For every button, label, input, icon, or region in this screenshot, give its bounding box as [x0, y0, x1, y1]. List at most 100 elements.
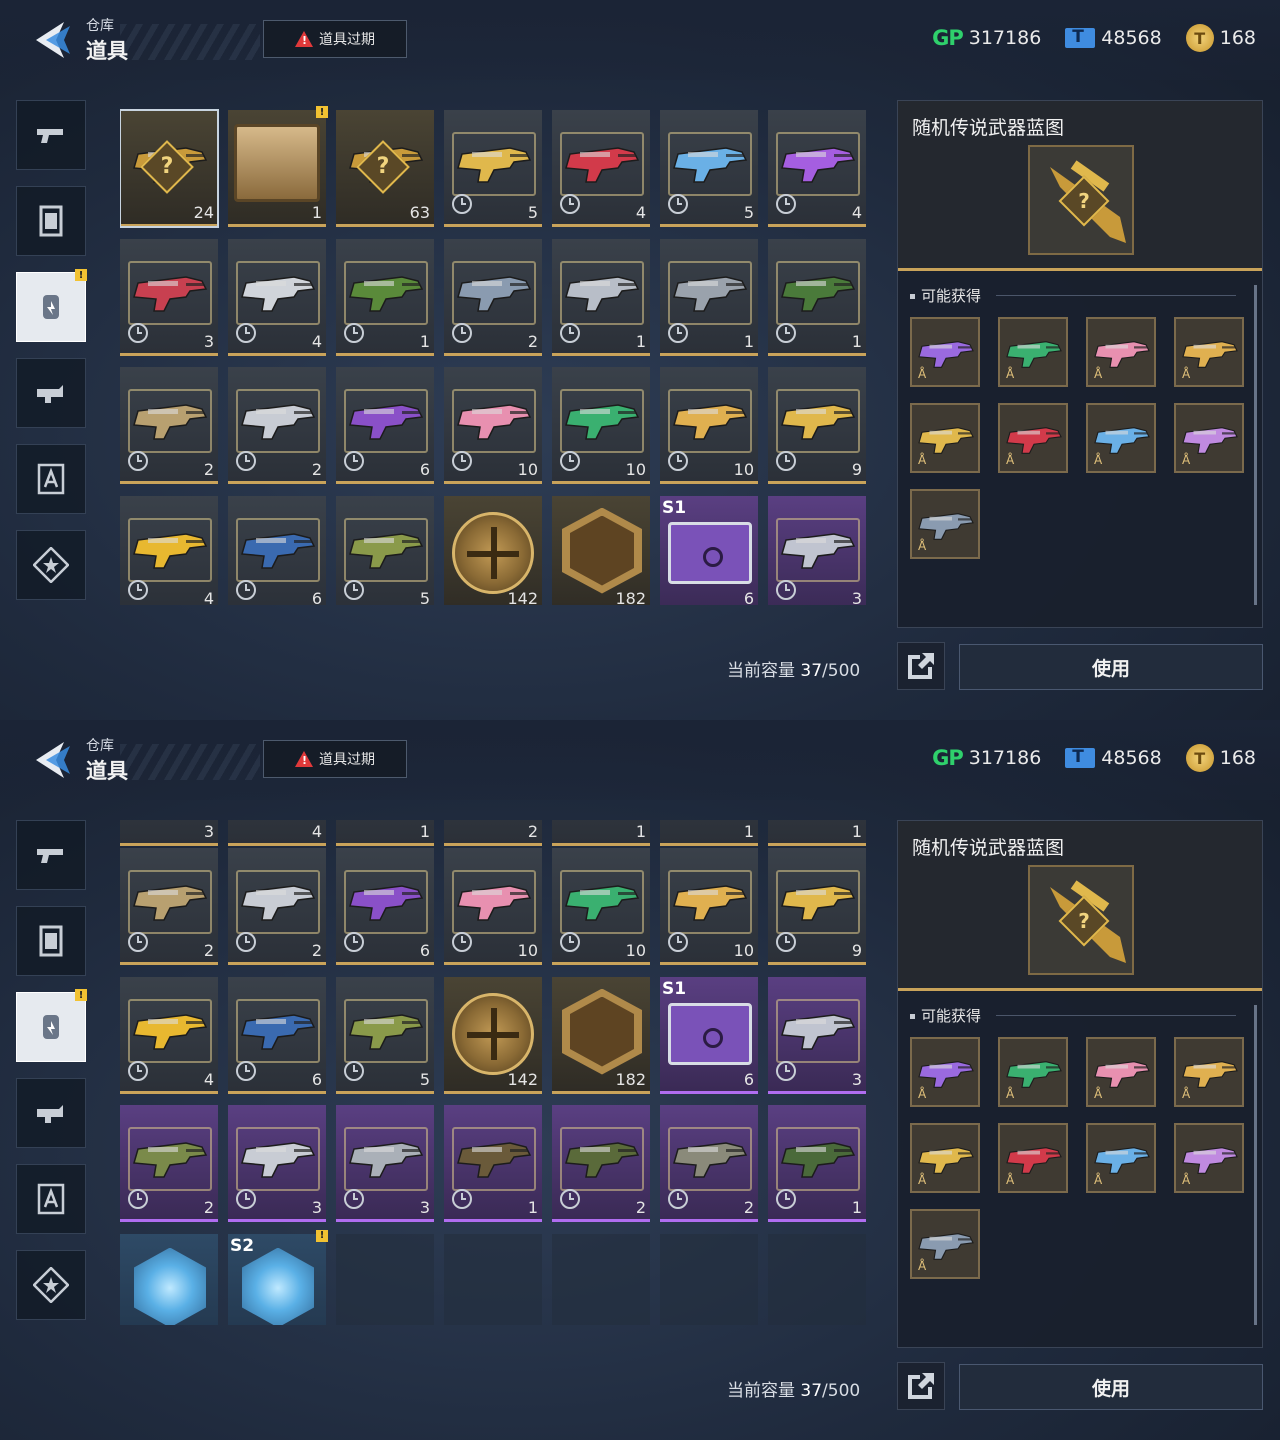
- inventory-cell[interactable]: 3: [768, 495, 866, 605]
- inventory-cell-partial[interactable]: 1: [336, 820, 434, 846]
- inventory-cell[interactable]: 1: [660, 238, 758, 356]
- reward-item[interactable]: Å: [1086, 1123, 1156, 1193]
- inventory-cell[interactable]: 9: [768, 367, 866, 484]
- inventory-cell[interactable]: 1: [552, 238, 650, 356]
- inventory-cell[interactable]: 2: [228, 848, 326, 965]
- reward-item[interactable]: Å: [910, 1037, 980, 1107]
- reward-item[interactable]: Å: [998, 403, 1068, 473]
- inventory-cell[interactable]: 10: [444, 367, 542, 484]
- nav-item-blueprint[interactable]: [16, 444, 86, 514]
- item-expired-button[interactable]: 道具过期: [263, 20, 407, 58]
- inventory-cell[interactable]: 3: [336, 1105, 434, 1222]
- reward-item[interactable]: Å: [1174, 1123, 1244, 1193]
- nav-item-pistol[interactable]: [16, 820, 86, 890]
- nav-item-weapon-parts[interactable]: [16, 358, 86, 428]
- inventory-cell[interactable]: 182: [552, 495, 650, 605]
- back-button[interactable]: [30, 740, 72, 780]
- inventory-cell[interactable]: 5: [660, 110, 758, 227]
- inventory-cell[interactable]: S2!4: [228, 1229, 328, 1325]
- inventory-cell[interactable]: 10: [660, 367, 758, 484]
- inventory-cell[interactable]: 2: [660, 1105, 758, 1222]
- nav-item-weapon-parts[interactable]: [16, 1078, 86, 1148]
- nav-item-star-badge[interactable]: [16, 1250, 86, 1320]
- inventory-cell-partial[interactable]: 2: [444, 820, 542, 846]
- inventory-cell[interactable]: 10: [660, 848, 758, 965]
- reward-item[interactable]: Å: [998, 1123, 1068, 1193]
- inventory-cell[interactable]: 2: [444, 238, 542, 356]
- reward-item[interactable]: Å: [910, 403, 980, 473]
- share-button[interactable]: [897, 642, 945, 690]
- inventory-cell[interactable]: 5: [336, 976, 434, 1094]
- inventory-cell[interactable]: 2: [120, 367, 218, 484]
- inventory-cell[interactable]: ? 63: [336, 110, 434, 227]
- inventory-cell-partial[interactable]: 1: [768, 820, 866, 846]
- inventory-cell[interactable]: 4: [552, 110, 650, 227]
- inventory-cell[interactable]: 182: [552, 976, 650, 1094]
- inventory-cell[interactable]: 4: [228, 238, 326, 356]
- inventory-cell[interactable]: 6: [228, 976, 326, 1094]
- nav-item-consumable[interactable]: !: [16, 989, 87, 1062]
- reward-item[interactable]: Å: [1086, 403, 1156, 473]
- reward-item[interactable]: Å: [910, 1209, 980, 1279]
- inventory-cell[interactable]: S1 6: [660, 976, 758, 1094]
- inventory-cell[interactable]: 10: [444, 848, 542, 965]
- nav-item-star-badge[interactable]: [16, 530, 86, 600]
- inventory-cell[interactable]: 5: [336, 495, 434, 605]
- inventory-cell[interactable]: 6: [336, 367, 434, 484]
- reward-item[interactable]: Å: [1174, 1037, 1244, 1107]
- reward-item[interactable]: Å: [1174, 403, 1244, 473]
- back-button[interactable]: [30, 20, 72, 60]
- reward-item[interactable]: Å: [910, 1123, 980, 1193]
- use-button[interactable]: 使用: [959, 1364, 1263, 1410]
- inventory-cell[interactable]: 1: [444, 1105, 542, 1222]
- inventory-cell[interactable]: 5: [444, 110, 542, 227]
- nav-item-consumable[interactable]: !: [16, 269, 87, 342]
- inventory-cell[interactable]: 6: [228, 495, 326, 605]
- inventory-cell[interactable]: 1: [768, 238, 866, 356]
- rewards-scrollbar[interactable]: [1254, 285, 1257, 605]
- inventory-cell[interactable]: 3: [768, 976, 866, 1094]
- use-button[interactable]: 使用: [959, 644, 1263, 690]
- inventory-cell[interactable]: 1: [336, 238, 434, 356]
- inventory-cell-partial[interactable]: 4: [228, 820, 326, 846]
- reward-item[interactable]: Å: [1174, 317, 1244, 387]
- nav-item-card[interactable]: [16, 186, 86, 256]
- inventory-cell[interactable]: 2: [120, 848, 218, 965]
- nav-item-card[interactable]: [16, 906, 86, 976]
- inventory-cell[interactable]: 3: [228, 1105, 326, 1222]
- inventory-cell[interactable]: 142: [444, 495, 542, 605]
- inventory-cell[interactable]: ! 1: [228, 106, 328, 227]
- inventory-cell[interactable]: 9: [768, 848, 866, 965]
- inventory-cell[interactable]: 2: [120, 1233, 218, 1325]
- item-expired-button[interactable]: 道具过期: [263, 740, 407, 778]
- inventory-cell[interactable]: 4: [120, 976, 218, 1094]
- reward-item[interactable]: Å: [1086, 317, 1156, 387]
- inventory-cell[interactable]: 1: [768, 1105, 866, 1222]
- share-button[interactable]: [897, 1362, 945, 1410]
- timer-icon: [560, 451, 580, 471]
- inventory-cell-partial[interactable]: 1: [552, 820, 650, 846]
- reward-item[interactable]: Å: [1086, 1037, 1156, 1107]
- reward-item[interactable]: Å: [998, 317, 1068, 387]
- inventory-cell[interactable]: 3: [120, 238, 218, 356]
- inventory-cell[interactable]: 4: [120, 495, 218, 605]
- inventory-cell[interactable]: 10: [552, 367, 650, 484]
- inventory-cell[interactable]: 142: [444, 976, 542, 1094]
- reward-item[interactable]: Å: [998, 1037, 1068, 1107]
- reward-item[interactable]: Å: [910, 489, 980, 559]
- hex-badge-icon: [562, 507, 642, 594]
- inventory-cell[interactable]: ? 24: [120, 109, 219, 228]
- inventory-cell[interactable]: 4: [768, 110, 866, 227]
- inventory-cell[interactable]: 2: [228, 367, 326, 484]
- inventory-cell[interactable]: S1 6: [660, 495, 758, 605]
- inventory-cell[interactable]: 2: [120, 1105, 218, 1222]
- nav-item-blueprint[interactable]: [16, 1164, 86, 1234]
- nav-item-pistol[interactable]: [16, 100, 86, 170]
- reward-item[interactable]: Å: [910, 317, 980, 387]
- inventory-cell[interactable]: 2: [552, 1105, 650, 1222]
- inventory-cell-partial[interactable]: 1: [660, 820, 758, 846]
- inventory-cell[interactable]: 6: [336, 848, 434, 965]
- rewards-scrollbar[interactable]: [1254, 1005, 1257, 1325]
- inventory-cell[interactable]: 10: [552, 848, 650, 965]
- inventory-cell-partial[interactable]: 3: [120, 820, 218, 846]
